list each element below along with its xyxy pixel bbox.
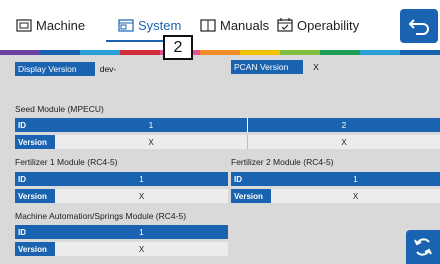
back-arrow-icon <box>408 19 429 35</box>
id-label: ID <box>234 174 242 184</box>
callout-number: 2 <box>163 35 193 60</box>
tab-operability[interactable]: Operability <box>277 14 359 36</box>
id-label: ID <box>18 120 26 130</box>
tab-operability-label: Operability <box>297 17 360 33</box>
system-icon <box>118 18 134 32</box>
fertilizer1-id: 1 <box>139 174 144 184</box>
back-button[interactable] <box>400 9 438 43</box>
display-version-value: dev- <box>95 62 121 76</box>
fertilizer1-version-row: Version X <box>15 189 228 203</box>
tab-system-label: System <box>138 17 182 33</box>
automation-version-row: Version X <box>15 242 228 256</box>
seed-id-1: 1 <box>148 120 154 130</box>
automation-id-row: ID 1 <box>15 225 228 239</box>
seed-id-2: 2 <box>341 120 347 130</box>
fertilizer2-title: Fertilizer 2 Module (RC4-5) <box>231 157 334 167</box>
version-label: Version <box>15 135 55 149</box>
tab-system[interactable]: System <box>118 14 181 36</box>
pcan-version-label: PCAN Version <box>231 60 303 74</box>
header-bar: Machine System Manuals Operability <box>0 0 440 50</box>
fertilizer2-id-row: ID 1 <box>231 172 440 186</box>
seed-module-title: Seed Module (MPECU) <box>15 104 104 114</box>
seed-version-1: X <box>148 137 154 147</box>
seed-module-id-row: ID 1 2 <box>15 118 440 132</box>
machine-icon <box>16 18 32 32</box>
tab-manuals-label: Manuals <box>220 17 270 33</box>
automation-id: 1 <box>139 227 144 237</box>
calendar-check-icon <box>277 18 293 32</box>
pcan-version-value: X <box>303 60 329 74</box>
refresh-icon <box>414 238 432 256</box>
fertilizer2-version: X <box>352 191 359 201</box>
automation-title: Machine Automation/Springs Module (RC4-5… <box>15 211 187 221</box>
seed-version-2: X <box>341 137 347 147</box>
display-version-label: Display Version <box>15 62 95 76</box>
automation-version: X <box>138 244 145 254</box>
id-label: ID <box>18 174 26 184</box>
version-label: Version <box>15 242 55 256</box>
fertilizer2-version-row: Version X <box>231 189 440 203</box>
tab-machine[interactable]: Machine <box>16 14 85 36</box>
refresh-button[interactable] <box>406 230 440 264</box>
version-label: Version <box>231 189 271 203</box>
fertilizer1-version: X <box>138 191 145 201</box>
id-label: ID <box>18 227 26 237</box>
book-icon <box>200 18 216 32</box>
fertilizer1-id-row: ID 1 <box>15 172 228 186</box>
fertilizer1-title: Fertilizer 1 Module (RC4-5) <box>15 157 118 167</box>
version-label: Version <box>15 189 55 203</box>
tab-machine-label: Machine <box>36 17 86 33</box>
fertilizer2-id: 1 <box>353 174 358 184</box>
seed-module-version-row: Version X X <box>15 135 440 149</box>
tab-manuals[interactable]: Manuals <box>200 14 269 36</box>
